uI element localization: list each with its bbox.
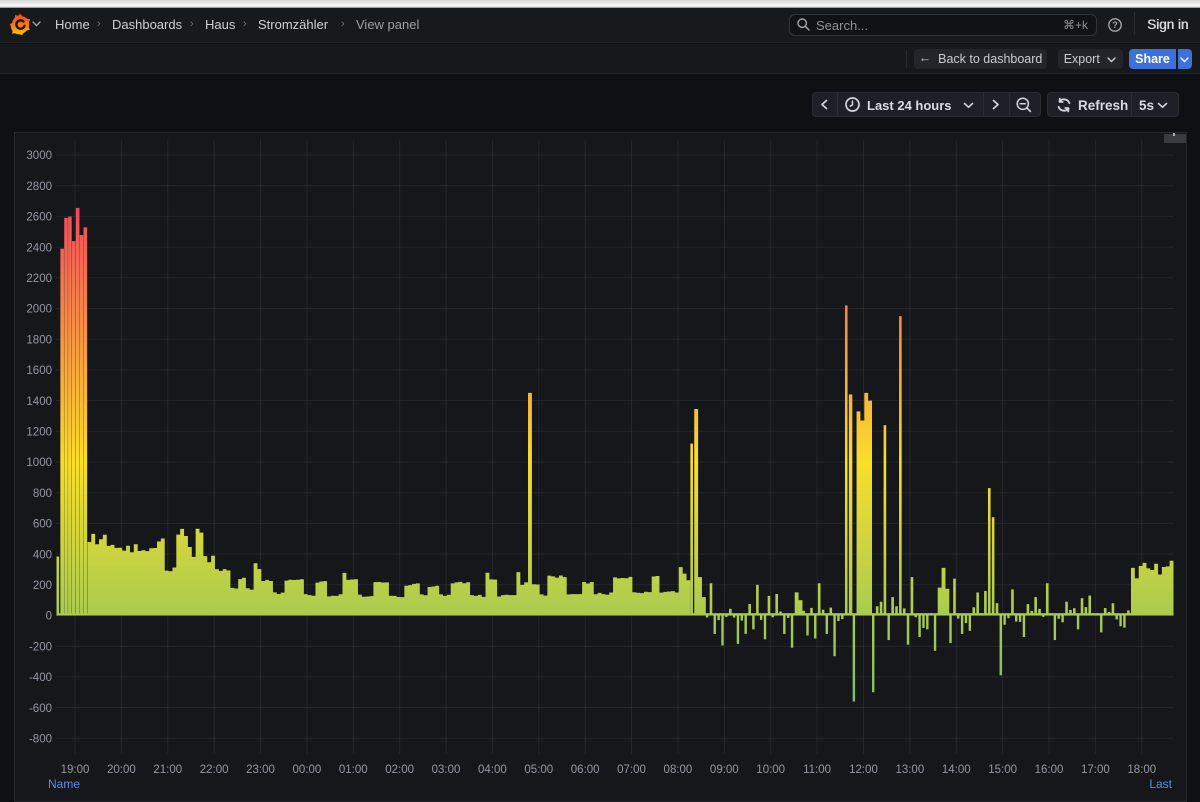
svg-text:800: 800: [33, 488, 52, 500]
svg-text:05:00: 05:00: [524, 764, 553, 776]
svg-text:400: 400: [33, 549, 52, 561]
svg-text:17:00: 17:00: [1081, 764, 1110, 776]
svg-text:18:00: 18:00: [1127, 764, 1156, 776]
svg-text:2000: 2000: [26, 304, 52, 316]
svg-text:09:00: 09:00: [710, 764, 739, 776]
svg-text:02:00: 02:00: [385, 764, 414, 776]
svg-text:0: 0: [46, 611, 52, 623]
svg-text:13:00: 13:00: [895, 764, 924, 776]
svg-text:-800: -800: [29, 734, 52, 746]
svg-text:1000: 1000: [26, 457, 52, 469]
svg-text:20:00: 20:00: [107, 764, 136, 776]
svg-text:2400: 2400: [26, 242, 52, 254]
svg-text:07:00: 07:00: [617, 764, 646, 776]
svg-text:-600: -600: [29, 703, 52, 715]
svg-text:00:00: 00:00: [293, 764, 322, 776]
svg-text:-400: -400: [29, 672, 52, 684]
svg-text:12:00: 12:00: [849, 764, 878, 776]
svg-text:01:00: 01:00: [339, 764, 368, 776]
svg-text:2800: 2800: [26, 181, 52, 193]
svg-text:04:00: 04:00: [478, 764, 507, 776]
svg-text:15:00: 15:00: [988, 764, 1017, 776]
svg-text:11:00: 11:00: [803, 764, 831, 776]
svg-text:2200: 2200: [26, 273, 52, 285]
svg-text:14:00: 14:00: [942, 764, 971, 776]
svg-text:23:00: 23:00: [246, 764, 275, 776]
svg-text:1200: 1200: [26, 427, 52, 439]
svg-text:600: 600: [33, 519, 52, 531]
svg-text:1400: 1400: [26, 396, 52, 408]
svg-text:Name: Name: [48, 777, 80, 791]
svg-text:21:00: 21:00: [153, 764, 182, 776]
svg-text:16:00: 16:00: [1035, 764, 1064, 776]
svg-text:03:00: 03:00: [432, 764, 461, 776]
svg-text:200: 200: [33, 580, 52, 592]
svg-text:3000: 3000: [26, 150, 52, 162]
svg-text:1600: 1600: [26, 365, 52, 377]
svg-text:Last: Last: [1149, 777, 1172, 791]
svg-text:10:00: 10:00: [756, 764, 785, 776]
svg-text:08:00: 08:00: [664, 764, 693, 776]
svg-text:19:00: 19:00: [61, 764, 90, 776]
svg-text:-200: -200: [29, 641, 52, 653]
svg-text:22:00: 22:00: [200, 764, 229, 776]
svg-text:2600: 2600: [26, 212, 52, 224]
svg-text:1800: 1800: [26, 334, 52, 346]
svg-text:06:00: 06:00: [571, 764, 600, 776]
